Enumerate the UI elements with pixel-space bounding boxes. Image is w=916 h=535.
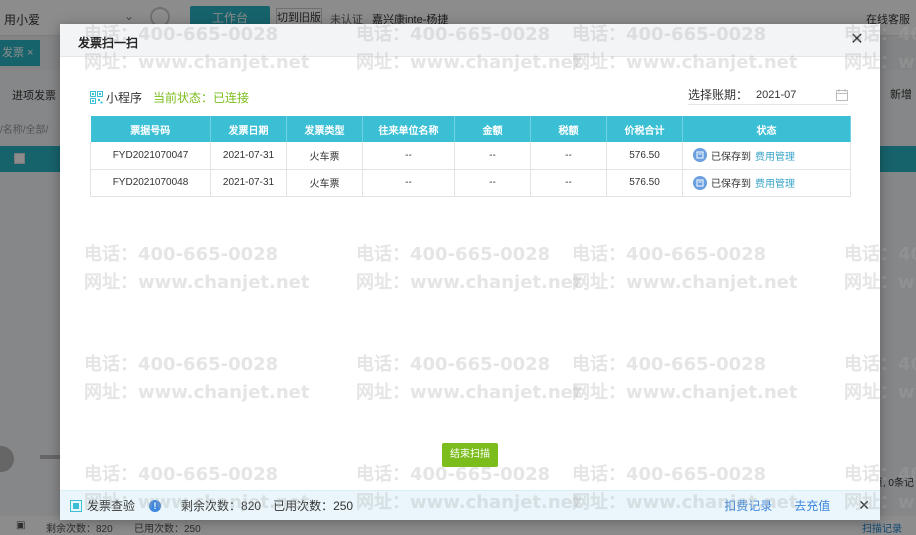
invoice-type: 火车票: [286, 169, 363, 197]
period-selector[interactable]: 选择账期： 2021-07: [688, 88, 848, 105]
column-header: 发票日期: [210, 116, 287, 142]
invoice-date: 2021-07-31: [210, 169, 287, 197]
invoice-check-label: 发票查验: [87, 499, 136, 513]
close-icon[interactable]: ✕: [858, 497, 870, 514]
invoice-number: FYD2021070047: [90, 142, 211, 170]
column-header: 状态: [682, 116, 851, 142]
table-row[interactable]: FYD2021070047 2021-07-31 火车票 -- -- -- 57…: [90, 142, 851, 170]
total: 576.50: [606, 169, 683, 197]
mini-program-status: 小程序 当前状态：已连接: [90, 89, 249, 105]
mini-program-label[interactable]: 小程序: [106, 89, 142, 106]
amount: --: [454, 142, 531, 170]
calendar-icon[interactable]: [836, 88, 848, 101]
tax: --: [530, 142, 607, 170]
status-text: 已保存到: [711, 151, 751, 163]
invoice-check-icon: [70, 499, 82, 512]
connection-status: 当前状态：已连接: [153, 90, 250, 105]
amount: --: [454, 169, 531, 197]
tax: --: [530, 169, 607, 197]
used-value: 250: [333, 499, 354, 513]
status-cell: 已保存到 费用管理: [682, 169, 851, 197]
saved-icon: [693, 175, 707, 190]
recharge-link[interactable]: 去充值: [794, 497, 830, 514]
partner-name: --: [362, 142, 455, 170]
info-icon[interactable]: !: [149, 499, 162, 512]
close-icon[interactable]: ✕: [848, 31, 866, 49]
invoice-type: 火车票: [286, 142, 363, 170]
expense-management-link[interactable]: 费用管理: [755, 175, 795, 190]
saved-icon: [693, 148, 707, 163]
scan-invoice-dialog: 发票扫一扫 ✕ 小程序 当前状态：已连接 选择账期： 2021-07 票据号码 …: [60, 24, 880, 520]
period-value[interactable]: 2021-07: [756, 89, 836, 101]
column-header: 税额: [530, 116, 607, 142]
table-row[interactable]: FYD2021070048 2021-07-31 火车票 -- -- -- 57…: [90, 169, 851, 197]
column-header: 发票类型: [286, 116, 363, 142]
end-scan-button[interactable]: 结束扫描: [442, 443, 498, 467]
remaining-label: 剩余次数：: [181, 499, 242, 513]
dialog-header: 发票扫一扫 ✕: [60, 24, 880, 57]
qr-code-icon[interactable]: [90, 90, 103, 104]
expense-management-link[interactable]: 费用管理: [755, 148, 795, 163]
invoice-check-bar: 发票查验 ! 剩余次数：820 已用次数：250 扣费记录 去充值 ✕: [60, 490, 880, 520]
invoice-date: 2021-07-31: [210, 142, 287, 170]
column-header: 往来单位名称: [362, 116, 455, 142]
status-text: 已保存到: [711, 179, 751, 190]
dialog-title: 发票扫一扫: [78, 36, 139, 50]
partner-name: --: [362, 169, 455, 197]
invoice-number: FYD2021070048: [90, 169, 211, 197]
remaining-value: 820: [241, 499, 262, 513]
period-label: 选择账期：: [688, 88, 749, 102]
used-label: 已用次数：: [273, 499, 334, 513]
status-cell: 已保存到 费用管理: [682, 142, 851, 170]
total: 576.50: [606, 142, 683, 170]
table-header-row: 票据号码 发票日期 发票类型 往来单位名称 金额 税额 价税合计 状态: [90, 116, 851, 142]
column-header: 金额: [454, 116, 531, 142]
invoice-table: 票据号码 发票日期 发票类型 往来单位名称 金额 税额 价税合计 状态 FYD2…: [90, 116, 851, 197]
column-header: 价税合计: [606, 116, 683, 142]
deduction-records-link[interactable]: 扣费记录: [724, 497, 772, 514]
column-header: 票据号码: [90, 116, 211, 142]
used-count: 已用次数：250: [273, 497, 353, 514]
remaining-count: 剩余次数：820: [181, 497, 261, 514]
